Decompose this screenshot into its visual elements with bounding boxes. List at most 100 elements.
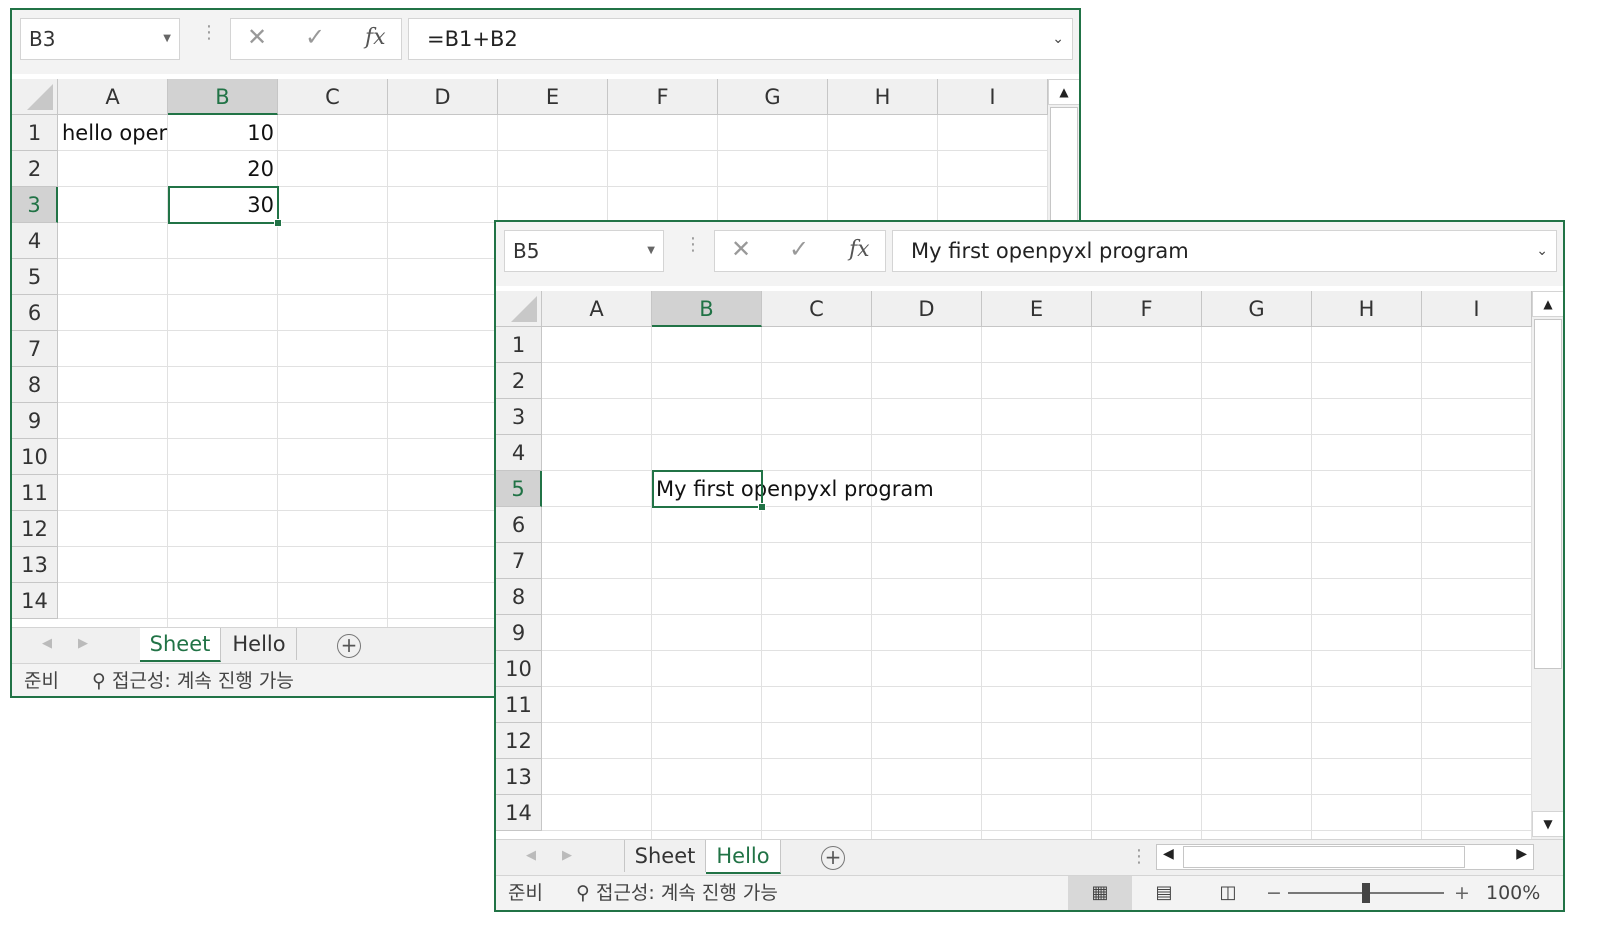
- horizontal-scrollbar[interactable]: ◀ ▶: [1156, 844, 1534, 870]
- row-header-12[interactable]: 12: [496, 723, 542, 759]
- row-header-13[interactable]: 13: [496, 759, 542, 795]
- row-header-5[interactable]: 5: [12, 259, 58, 295]
- column-header-c[interactable]: C: [278, 79, 388, 115]
- column-header-f[interactable]: F: [1092, 291, 1202, 327]
- scroll-left-arrow-icon[interactable]: ◀: [1163, 846, 1174, 862]
- column-header-i[interactable]: I: [938, 79, 1048, 115]
- expand-formula-bar-icon[interactable]: ⌄: [1052, 19, 1064, 59]
- name-box[interactable]: B3 ▼: [20, 18, 180, 60]
- formula-input[interactable]: =B1+B2 ⌄: [408, 18, 1073, 60]
- page-break-preview-icon[interactable]: ◫: [1196, 876, 1260, 910]
- column-header-g[interactable]: G: [718, 79, 828, 115]
- row-header-14[interactable]: 14: [12, 583, 58, 619]
- column-header-h[interactable]: H: [828, 79, 938, 115]
- row-header-3[interactable]: 3: [496, 399, 542, 435]
- tab-hello[interactable]: Hello: [222, 628, 297, 660]
- column-header-h[interactable]: H: [1312, 291, 1422, 327]
- row-header-2[interactable]: 2: [12, 151, 58, 187]
- page-layout-view-icon[interactable]: ▤: [1132, 876, 1196, 910]
- formula-input[interactable]: My first openpyxl program ⌄: [892, 230, 1557, 272]
- column-header-b[interactable]: B: [652, 291, 762, 327]
- cell-b2[interactable]: 20: [168, 151, 274, 187]
- row-header-11[interactable]: 11: [496, 687, 542, 723]
- cell-area[interactable]: [542, 327, 1532, 839]
- scroll-up-arrow-icon[interactable]: ▲: [1532, 291, 1563, 317]
- column-header-i[interactable]: I: [1422, 291, 1532, 327]
- column-header-g[interactable]: G: [1202, 291, 1312, 327]
- row-header-2[interactable]: 2: [496, 363, 542, 399]
- row-header-6[interactable]: 6: [496, 507, 542, 543]
- cancel-icon[interactable]: ✕: [247, 23, 267, 51]
- column-header-b[interactable]: B: [168, 79, 278, 115]
- column-header-d[interactable]: D: [872, 291, 982, 327]
- vertical-scrollbar[interactable]: ▲ ▼: [1532, 291, 1563, 839]
- row-header-5[interactable]: 5: [496, 471, 542, 507]
- normal-view-icon[interactable]: ▦: [1068, 876, 1132, 910]
- formula-bar-grip-icon[interactable]: ⋮: [200, 24, 218, 42]
- row-header-9[interactable]: 9: [496, 615, 542, 651]
- scroll-thumb[interactable]: [1534, 319, 1562, 669]
- scroll-down-arrow-icon[interactable]: ▼: [1532, 811, 1563, 837]
- column-header-a[interactable]: A: [58, 79, 168, 115]
- cell-a1[interactable]: hello oper: [62, 115, 168, 151]
- name-box-dropdown-icon[interactable]: ▼: [163, 19, 171, 59]
- tab-next-icon[interactable]: ▶: [78, 636, 88, 651]
- row-header-4[interactable]: 4: [496, 435, 542, 471]
- zoom-in-button[interactable]: +: [1454, 876, 1470, 910]
- row-header-10[interactable]: 10: [496, 651, 542, 687]
- row-header-6[interactable]: 6: [12, 295, 58, 331]
- scroll-right-arrow-icon[interactable]: ▶: [1516, 846, 1527, 862]
- accessibility-status[interactable]: ⚲ 접근성: 계속 진행 가능: [576, 876, 778, 910]
- row-header-11[interactable]: 11: [12, 475, 58, 511]
- hscroll-thumb[interactable]: [1183, 846, 1465, 868]
- row-header-7[interactable]: 7: [496, 543, 542, 579]
- select-all-corner[interactable]: [12, 79, 58, 115]
- row-header-14[interactable]: 14: [496, 795, 542, 831]
- column-header-d[interactable]: D: [388, 79, 498, 115]
- column-header-c[interactable]: C: [762, 291, 872, 327]
- worksheet-grid[interactable]: ABCDEFGHI 1 2 3 4 5 6 7 8 9 10 11 12 13 14 My first o…: [496, 291, 1532, 839]
- row-header-13[interactable]: 13: [12, 547, 58, 583]
- add-sheet-icon[interactable]: +: [337, 634, 361, 658]
- tab-hello[interactable]: Hello: [706, 840, 781, 874]
- enter-icon[interactable]: ✓: [789, 235, 809, 263]
- column-header-e[interactable]: E: [982, 291, 1092, 327]
- name-box[interactable]: B5 ▼: [504, 230, 664, 272]
- fill-handle[interactable]: [274, 219, 282, 227]
- zoom-out-button[interactable]: −: [1266, 876, 1282, 910]
- row-header-9[interactable]: 9: [12, 403, 58, 439]
- zoom-slider-thumb[interactable]: [1362, 883, 1370, 903]
- fill-handle[interactable]: [758, 503, 766, 511]
- row-header-8[interactable]: 8: [496, 579, 542, 615]
- name-box-dropdown-icon[interactable]: ▼: [647, 231, 655, 271]
- row-header-7[interactable]: 7: [12, 331, 58, 367]
- tab-sheet[interactable]: Sheet: [624, 840, 706, 872]
- formula-bar-grip-icon[interactable]: ⋮: [684, 236, 702, 254]
- tab-sheet[interactable]: Sheet: [140, 628, 221, 662]
- row-header-1[interactable]: 1: [12, 115, 58, 151]
- tab-next-icon[interactable]: ▶: [562, 848, 572, 863]
- column-header-f[interactable]: F: [608, 79, 718, 115]
- enter-icon[interactable]: ✓: [305, 23, 325, 51]
- cell-b1[interactable]: 10: [168, 115, 274, 151]
- cancel-icon[interactable]: ✕: [731, 235, 751, 263]
- column-header-e[interactable]: E: [498, 79, 608, 115]
- row-header-1[interactable]: 1: [496, 327, 542, 363]
- add-sheet-icon[interactable]: +: [821, 846, 845, 870]
- select-all-corner[interactable]: [496, 291, 542, 327]
- tabbar-splitter-icon[interactable]: ⋮: [1130, 846, 1148, 867]
- row-header-4[interactable]: 4: [12, 223, 58, 259]
- row-header-3[interactable]: 3: [12, 187, 58, 223]
- expand-formula-bar-icon[interactable]: ⌄: [1536, 231, 1548, 271]
- insert-function-icon[interactable]: fx: [849, 237, 870, 262]
- insert-function-icon[interactable]: fx: [365, 25, 386, 50]
- tab-prev-icon[interactable]: ◀: [526, 848, 536, 863]
- column-header-a[interactable]: A: [542, 291, 652, 327]
- row-header-8[interactable]: 8: [12, 367, 58, 403]
- accessibility-status[interactable]: ⚲ 접근성: 계속 진행 가능: [92, 664, 294, 696]
- row-header-10[interactable]: 10: [12, 439, 58, 475]
- tab-prev-icon[interactable]: ◀: [42, 636, 52, 651]
- row-header-12[interactable]: 12: [12, 511, 58, 547]
- scroll-up-arrow-icon[interactable]: ▲: [1048, 79, 1079, 105]
- zoom-level[interactable]: 100%: [1486, 876, 1540, 910]
